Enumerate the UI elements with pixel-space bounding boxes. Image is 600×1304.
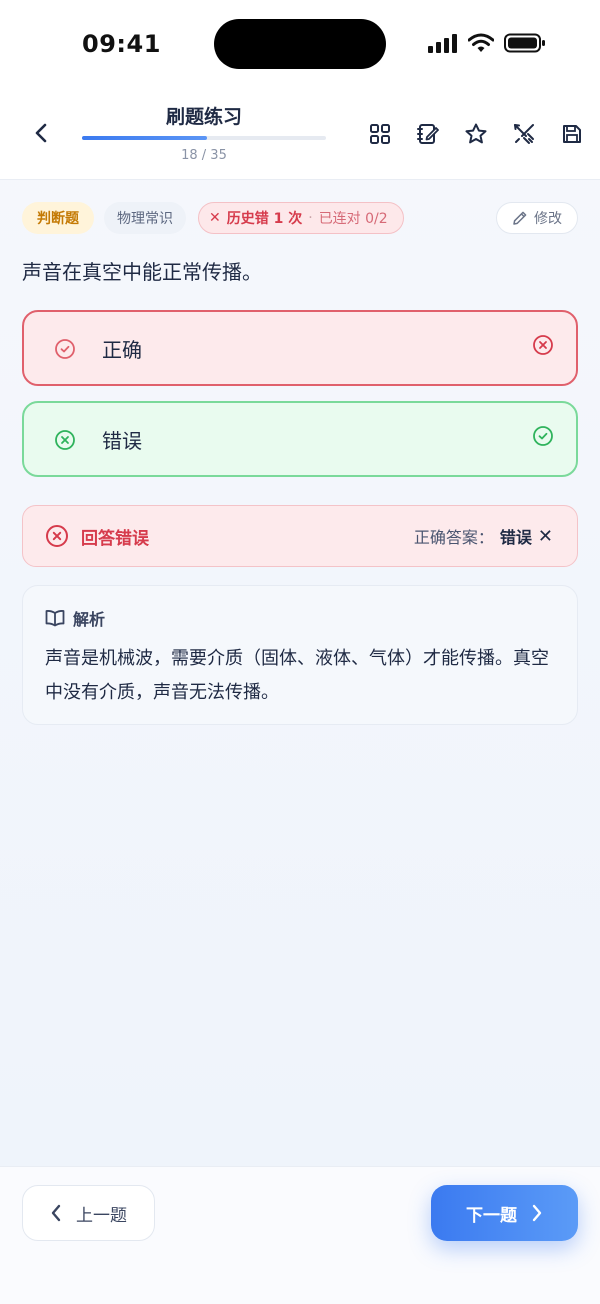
prev-question-button[interactable]: 上一题 <box>22 1185 155 1241</box>
status-bar: 09:41 <box>0 0 600 88</box>
pencil-icon <box>513 211 527 225</box>
option-label: 正确 <box>102 337 142 362</box>
progress-fill <box>82 136 208 140</box>
nav-actions <box>366 120 586 148</box>
nav-bar: 刷题练习 18 / 35 <box>0 88 600 180</box>
correct-answer-mark: ✕ <box>537 525 553 547</box>
save-button[interactable] <box>558 120 586 148</box>
back-button[interactable] <box>26 118 56 148</box>
bottom-bar: 上一题 下一题 <box>0 1166 600 1304</box>
star-icon <box>465 123 487 144</box>
answer-result-banner: 回答错误 正确答案： 错误 ✕ <box>22 505 578 567</box>
result-label: 回答错误 <box>81 528 149 549</box>
prev-label: 上一题 <box>76 1205 127 1226</box>
progress-bar <box>82 136 326 140</box>
favorite-button[interactable] <box>462 120 490 148</box>
check-circle-icon <box>55 339 75 359</box>
category-badge: 物理常识 <box>104 202 186 234</box>
option-label: 错误 <box>102 428 142 453</box>
history-badge: ✕ 历史错 1 次 · 已连对 0/2 <box>198 202 404 234</box>
battery-icon <box>504 33 545 53</box>
question-meta-row: 判断题 物理常识 ✕ 历史错 1 次 · 已连对 0/2 修改 <box>22 202 578 234</box>
edit-button[interactable]: 修改 <box>496 202 578 234</box>
x-circle-icon <box>533 335 553 355</box>
streak-count: 已连对 0/2 <box>318 211 388 227</box>
analysis-card: 解析 声音是机械波，需要介质（固体、液体、气体）才能传播。真空中没有介质，声音无… <box>22 585 578 725</box>
question-text: 声音在真空中能正常传播。 <box>22 260 262 284</box>
status-time: 09:41 <box>82 30 161 58</box>
progress-counter: 18 / 35 <box>181 148 227 163</box>
chevron-right-icon <box>532 1204 542 1222</box>
next-label: 下一题 <box>466 1205 517 1226</box>
history-x-mark: ✕ <box>209 210 221 226</box>
book-open-icon <box>45 610 65 627</box>
chevron-left-icon <box>51 1204 61 1222</box>
correct-answer: 正确答案： 错误 ✕ <box>414 524 553 548</box>
page-title: 刷题练习 <box>165 106 242 128</box>
history-separator: · <box>308 210 313 226</box>
notebook-edit-icon <box>417 124 439 144</box>
correct-answer-prefix: 正确答案： <box>413 528 494 547</box>
correct-answer-value: 错误 <box>499 528 532 547</box>
x-circle-icon <box>55 430 75 450</box>
option-false[interactable]: 错误 <box>22 401 578 477</box>
question-grid-button[interactable] <box>366 120 394 148</box>
question-type-badge: 判断题 <box>22 202 94 234</box>
next-question-button[interactable]: 下一题 <box>431 1185 578 1241</box>
option-true[interactable]: 正确 <box>22 310 578 386</box>
status-icons <box>428 33 546 53</box>
wifi-icon <box>468 33 494 52</box>
analysis-text: 声音是机械波，需要介质（固体、液体、气体）才能传播。真空中没有介质，声音无法传播… <box>45 648 549 703</box>
x-circle-icon <box>46 525 68 547</box>
analysis-header: 解析 <box>45 606 105 630</box>
chevron-left-icon <box>35 123 47 143</box>
grid-icon <box>370 124 390 144</box>
history-wrong-count: 历史错 1 次 <box>226 211 303 227</box>
notes-button[interactable] <box>414 120 442 148</box>
check-circle-icon <box>533 426 553 446</box>
analysis-title: 解析 <box>73 610 106 629</box>
signal-icon <box>428 34 457 53</box>
practice-mode-button[interactable] <box>510 120 538 148</box>
crossed-swords-icon <box>514 124 534 144</box>
edit-label: 修改 <box>534 211 562 227</box>
save-icon <box>563 125 581 143</box>
dynamic-island <box>214 19 386 69</box>
